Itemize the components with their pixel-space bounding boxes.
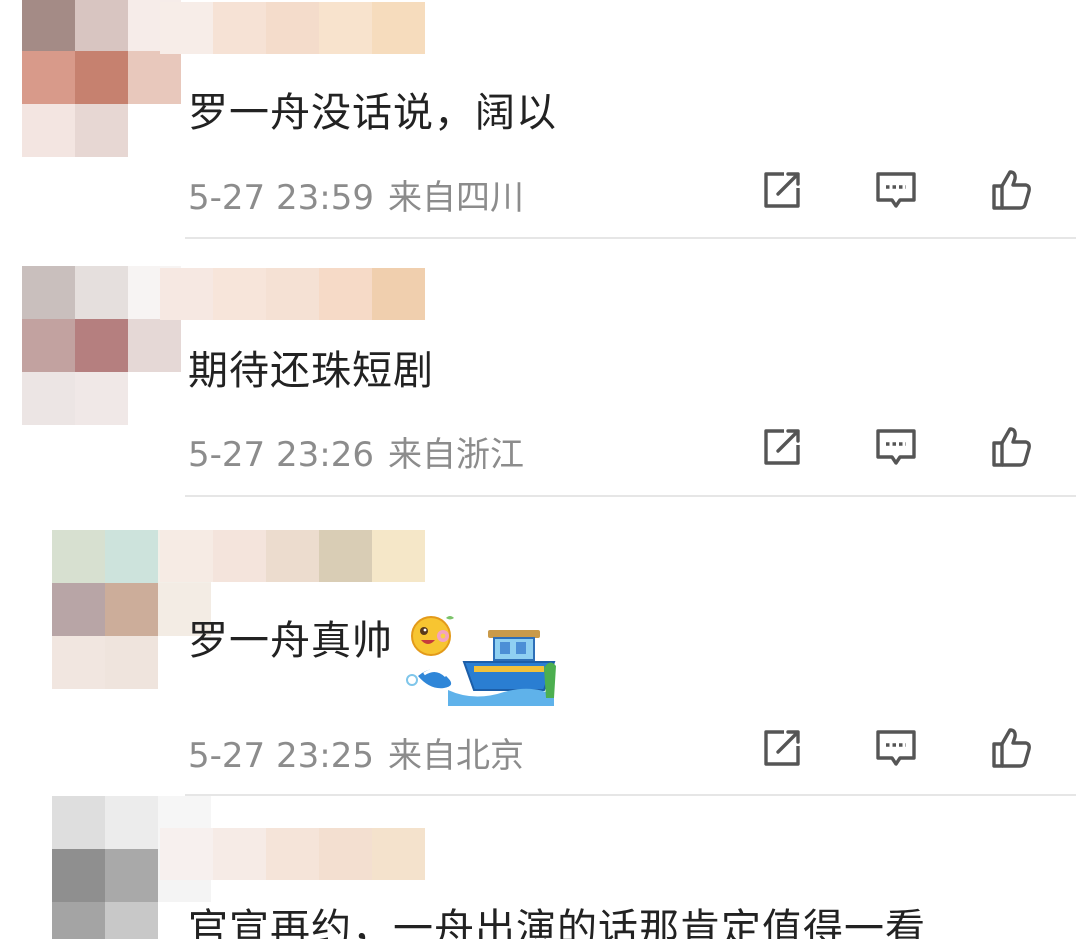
avatar-pixel [52, 636, 105, 689]
comment-item: 期待还珠短剧 5-27 23:26 来自浙江 [0, 240, 1076, 498]
avatar-pixel [75, 0, 128, 51]
avatar-pixel [128, 319, 181, 372]
comment-meta: 5-27 23:59 来自四川 [188, 170, 524, 219]
comment-item: 官宣再约，一舟出演的话那肯定值得一看 [0, 796, 1076, 939]
comment-location: 来自北京 [387, 736, 524, 776]
username-blurred[interactable] [160, 2, 425, 54]
username-pixel [319, 2, 372, 54]
username-pixel [213, 2, 266, 54]
avatar-pixel [75, 104, 128, 157]
share-icon[interactable] [758, 166, 806, 214]
avatar-pixel [105, 902, 158, 939]
avatar-pixel [52, 849, 105, 902]
avatar-pixel [75, 319, 128, 372]
comment-item: 罗一舟真帅 5-27 23:25 来自北京 [0, 498, 1076, 796]
avatar[interactable] [22, 0, 181, 157]
username-pixel [160, 268, 213, 320]
username-pixel [160, 828, 213, 880]
comment-time: 5-27 23:26 [188, 435, 374, 475]
avatar-pixel [75, 266, 128, 319]
avatar-pixel [52, 902, 105, 939]
username-blurred[interactable] [160, 530, 425, 582]
avatar-pixel [105, 796, 158, 849]
divider [185, 237, 1076, 239]
divider [185, 495, 1076, 497]
comment-feed: 罗一舟没话说，阔以 5-27 23:59 来自四川 期待还珠短剧 5-27 23:… [0, 0, 1076, 939]
username-pixel [319, 828, 372, 880]
thumbs-up-icon[interactable] [986, 166, 1034, 214]
avatar-pixel [22, 266, 75, 319]
comment-meta: 5-27 23:25 来自北京 [188, 728, 524, 777]
username-pixel [319, 530, 372, 582]
comment-text: 官宣再约，一舟出演的话那肯定值得一看 [188, 906, 926, 939]
avatar[interactable] [22, 266, 181, 425]
username-pixel [213, 828, 266, 880]
comment-meta: 5-27 23:26 来自浙江 [188, 427, 524, 476]
avatar-pixel [22, 319, 75, 372]
comment-icon[interactable] [872, 423, 920, 471]
avatar-pixel [105, 636, 158, 689]
username-pixel [213, 268, 266, 320]
comment-item: 罗一舟没话说，阔以 5-27 23:59 来自四川 [0, 0, 1076, 240]
avatar-pixel [128, 51, 181, 104]
comment-text: 罗一舟真帅 [188, 618, 393, 664]
avatar-pixel [75, 51, 128, 104]
share-icon[interactable] [758, 724, 806, 772]
thumbs-up-icon[interactable] [986, 423, 1034, 471]
comment-icon[interactable] [872, 724, 920, 772]
avatar-pixel [22, 372, 75, 425]
username-pixel [213, 530, 266, 582]
avatar-pixel [105, 530, 158, 583]
username-pixel [160, 2, 213, 54]
username-blurred[interactable] [160, 828, 425, 880]
avatar-pixel [105, 583, 158, 636]
thumbs-up-icon[interactable] [986, 724, 1034, 772]
comment-time: 5-27 23:59 [188, 178, 374, 218]
avatar-pixel [22, 51, 75, 104]
comment-location: 来自四川 [387, 178, 524, 218]
comment-icon[interactable] [872, 166, 920, 214]
username-blurred[interactable] [160, 268, 425, 320]
username-pixel [372, 268, 425, 320]
comment-text: 期待还珠短剧 [188, 348, 434, 394]
username-pixel [372, 530, 425, 582]
username-pixel [266, 530, 319, 582]
username-pixel [372, 2, 425, 54]
username-pixel [266, 828, 319, 880]
share-icon[interactable] [758, 423, 806, 471]
comment-text: 罗一舟没话说，阔以 [188, 90, 557, 136]
avatar-pixel [22, 0, 75, 51]
avatar-pixel [105, 849, 158, 902]
avatar-pixel [22, 104, 75, 157]
username-pixel [319, 268, 372, 320]
comment-time: 5-27 23:25 [188, 736, 374, 776]
comment-location: 来自浙江 [387, 435, 524, 475]
avatar-pixel [52, 530, 105, 583]
username-pixel [160, 530, 213, 582]
avatar-pixel [128, 372, 181, 425]
avatar-pixel [52, 796, 105, 849]
username-pixel [266, 2, 319, 54]
username-pixel [266, 268, 319, 320]
avatar-pixel [52, 583, 105, 636]
avatar-pixel [128, 104, 181, 157]
avatar-pixel [75, 372, 128, 425]
username-pixel [372, 828, 425, 880]
boat-emoji-icon [406, 630, 556, 706]
